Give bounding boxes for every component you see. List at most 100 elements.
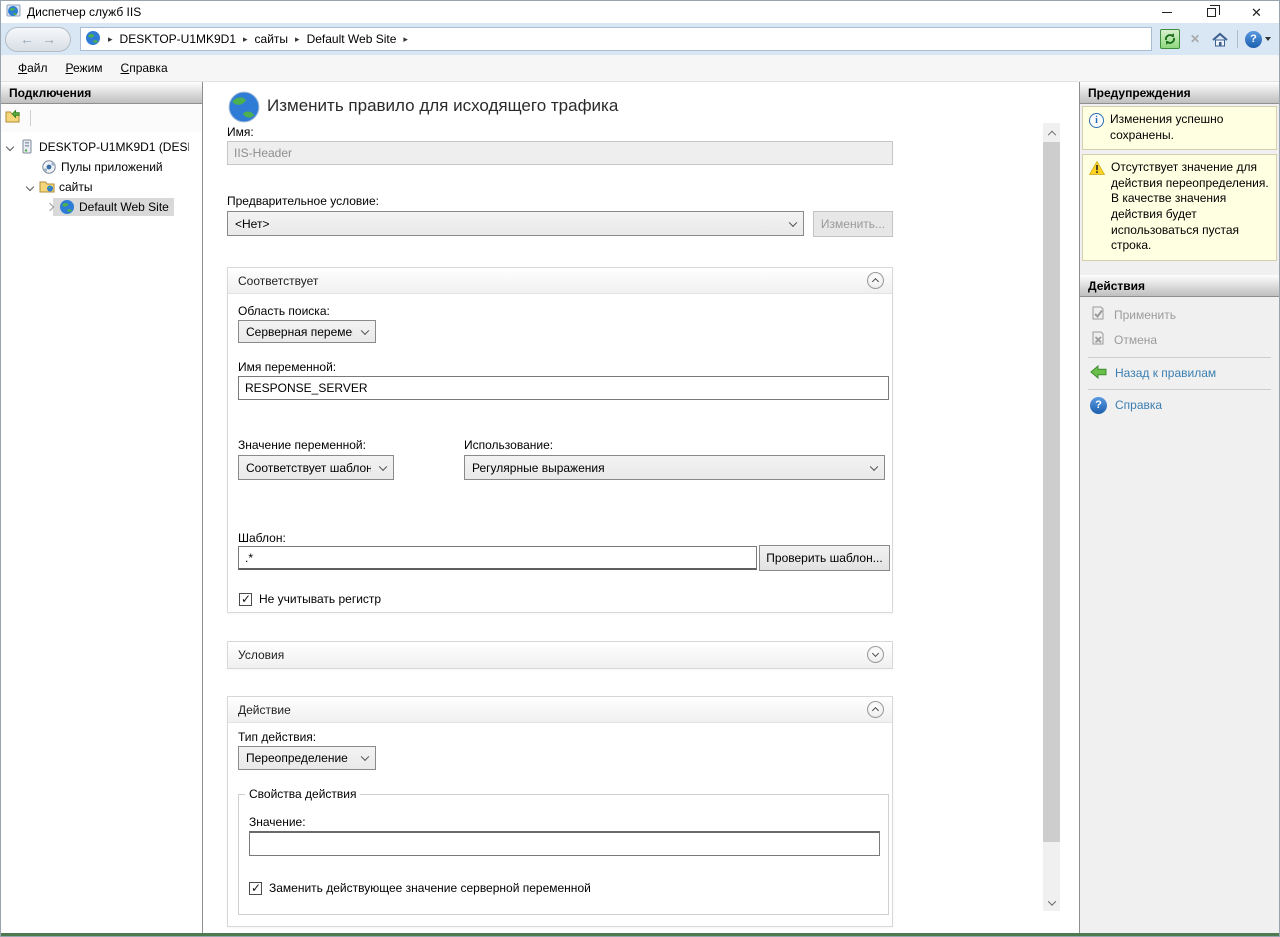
scroll-down-button[interactable] <box>1043 894 1060 911</box>
window-bottom-border <box>1 933 1279 936</box>
tree-item-default-web-site[interactable]: Default Web Site <box>1 197 202 217</box>
tree-item-label: Default Web Site <box>79 200 169 214</box>
help-icon: ? <box>1090 397 1107 414</box>
warning-icon <box>1089 161 1105 254</box>
match-section: Соответствует Область поиска: Серверная … <box>227 267 893 613</box>
actions-separator <box>1088 389 1271 390</box>
save-connection-icon[interactable] <box>5 109 23 128</box>
close-button[interactable]: ✕ <box>1234 1 1279 23</box>
menu-file[interactable]: Файл <box>9 57 57 79</box>
stop-icon: ✕ <box>1190 32 1200 46</box>
collapse-section-button[interactable] <box>867 272 884 289</box>
actions-header: Действия <box>1080 275 1279 297</box>
edit-precondition-button: Изменить... <box>813 211 893 237</box>
expand-section-button[interactable] <box>867 646 884 663</box>
back-to-rules-link[interactable]: Назад к правилам <box>1080 362 1279 385</box>
menu-help[interactable]: Справка <box>112 57 177 79</box>
refresh-button[interactable] <box>1160 29 1180 49</box>
chevron-expanded-icon[interactable] <box>6 143 14 151</box>
breadcrumb-item-sites[interactable]: сайты <box>255 32 289 46</box>
collapse-section-button[interactable] <box>867 701 884 718</box>
replace-value-checkbox[interactable] <box>249 882 262 895</box>
scroll-up-button[interactable] <box>1043 123 1060 140</box>
tree-item-server[interactable]: DESKTOP-U1MK9D1 (DESKTOP <box>1 137 202 157</box>
name-label: Имя: <box>227 125 254 139</box>
sites-folder-icon <box>39 179 55 195</box>
breadcrumb-separator-icon: ▸ <box>396 34 415 45</box>
breadcrumb: ▸ DESKTOP-U1MK9D1 ▸ сайты ▸ Default Web … <box>80 27 1152 51</box>
operation-select[interactable]: Соответствует шаблону <box>238 455 394 480</box>
cancel-label: Отмена <box>1114 333 1157 347</box>
action-section-header: Действие <box>228 697 892 723</box>
tree-item-label: DESKTOP-U1MK9D1 (DESKTOP <box>39 140 189 154</box>
chevron-down-icon <box>361 326 369 334</box>
tree-item-app-pools[interactable]: Пулы приложений <box>1 157 202 177</box>
alert-warning: Отсутствует значение для действия переоп… <box>1082 154 1277 261</box>
action-type-label: Тип действия: <box>238 730 316 744</box>
action-type-select[interactable]: Переопределение <box>238 746 376 770</box>
ignore-case-checkbox[interactable] <box>239 593 252 606</box>
stop-button: ✕ <box>1185 29 1205 49</box>
conditions-section-title: Условия <box>238 648 284 662</box>
alert-info: i Изменения успешно сохранены. <box>1082 106 1277 150</box>
menu-bar: Файл Режим Справка <box>1 55 1279 82</box>
using-select[interactable]: Регулярные выражения <box>464 455 885 480</box>
main-content: Изменить правило для исходящего трафика … <box>203 82 1079 933</box>
home-icon <box>1212 32 1228 47</box>
navigation-pill: ← → <box>5 27 71 52</box>
action-properties-group: Свойства действия Значение: Заменить дей… <box>238 787 889 915</box>
ignore-case-label: Не учитывать регистр <box>259 592 381 606</box>
selected-tree-item[interactable]: Default Web Site <box>53 198 174 216</box>
scope-select[interactable]: Серверная переменн <box>238 320 376 343</box>
breadcrumb-separator-icon: ▸ <box>288 34 307 45</box>
conditions-section-header: Условия <box>228 642 892 668</box>
minimize-button[interactable] <box>1144 1 1189 23</box>
toolbar-separator <box>30 110 31 126</box>
back-to-rules-label: Назад к правилам <box>1115 366 1216 380</box>
test-pattern-button[interactable]: Проверить шаблон... <box>759 545 890 571</box>
name-input <box>227 141 893 165</box>
scrollbar-thumb[interactable] <box>1043 142 1060 842</box>
match-section-header: Соответствует <box>228 268 892 294</box>
variable-name-label: Имя переменной: <box>238 360 336 374</box>
help-menu-button[interactable]: ? <box>1245 31 1271 48</box>
apply-icon <box>1090 306 1106 325</box>
right-panel: Предупреждения i Изменения успешно сохра… <box>1079 82 1279 933</box>
restore-button[interactable] <box>1189 1 1234 23</box>
site-globe-icon[interactable] <box>85 30 101 49</box>
back-arrow-icon <box>1090 365 1107 382</box>
apply-action: Применить <box>1080 303 1279 328</box>
cancel-icon <box>1090 331 1106 350</box>
replace-value-label: Заменить действующее значение серверной … <box>269 881 591 895</box>
tree-item-sites[interactable]: сайты <box>1 177 202 197</box>
variable-name-input[interactable] <box>238 376 889 400</box>
help-link[interactable]: ? Справка <box>1080 394 1279 417</box>
help-label: Справка <box>1115 398 1162 412</box>
action-properties-legend: Свойства действия <box>245 787 360 801</box>
breadcrumb-item-server[interactable]: DESKTOP-U1MK9D1 <box>120 32 236 46</box>
window-title: Диспетчер служб IIS <box>27 5 141 19</box>
alerts-header: Предупреждения <box>1080 82 1279 104</box>
chevron-down-icon <box>361 753 369 761</box>
pattern-input[interactable] <box>238 546 757 570</box>
home-button[interactable] <box>1210 29 1230 49</box>
value-input[interactable] <box>249 831 880 856</box>
precondition-label: Предварительное условие: <box>227 194 379 208</box>
scope-label: Область поиска: <box>238 304 330 318</box>
replace-value-row[interactable]: Заменить действующее значение серверной … <box>249 881 591 895</box>
ignore-case-row[interactable]: Не учитывать регистр <box>239 592 381 606</box>
breadcrumb-item-default-web-site[interactable]: Default Web Site <box>307 32 397 46</box>
chevron-expanded-icon[interactable] <box>26 183 34 191</box>
connections-header: Подключения <box>1 82 202 104</box>
vertical-scrollbar[interactable] <box>1043 123 1060 911</box>
chevron-down-icon <box>789 218 797 226</box>
actions-separator <box>1088 357 1271 358</box>
page-title: Изменить правило для исходящего трафика <box>267 96 618 116</box>
application-pools-icon <box>41 159 57 175</box>
forward-icon[interactable]: → <box>42 32 56 46</box>
page-globe-icon <box>227 90 261 127</box>
back-icon[interactable]: ← <box>20 32 34 46</box>
action-section: Действие Тип действия: Переопределение С… <box>227 696 893 927</box>
menu-view[interactable]: Режим <box>57 57 112 79</box>
precondition-select[interactable]: <Нет> <box>227 211 804 236</box>
